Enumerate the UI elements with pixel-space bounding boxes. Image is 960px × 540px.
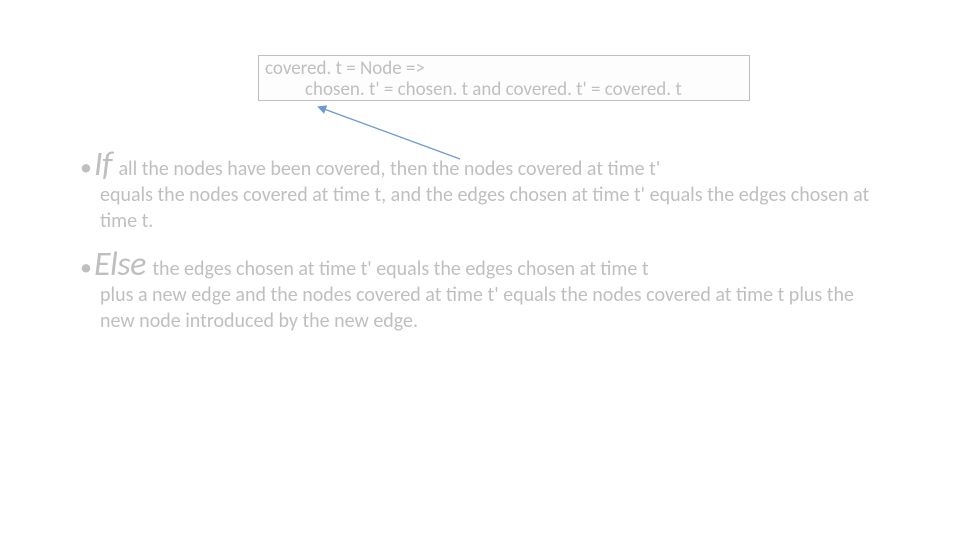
else-text-first: the edges chosen at time t' equals the e… [152,257,648,281]
if-text-cont: equals the nodes covered at time t, and … [80,182,890,234]
bullet-dot: • [80,255,92,281]
bullet-list: • If all the nodes have been covered, th… [80,152,890,334]
bullet-else: • Else the edges chosen at time t' equal… [80,252,890,334]
if-keyword: If [94,144,112,185]
bullet-if: • If all the nodes have been covered, th… [80,152,890,234]
else-keyword: Else [94,244,146,285]
code-line-1: covered. t = Node => [265,58,743,79]
bullet-dot: • [80,155,92,181]
code-line-2: chosen. t' = chosen. t and covered. t' =… [265,79,743,100]
if-text-first: all the nodes have been covered, then th… [118,157,660,181]
else-text-cont: plus a new edge and the nodes covered at… [80,282,890,334]
code-box: covered. t = Node => chosen. t' = chosen… [258,55,750,101]
slide: { "code": { "line1": "covered. t = Node … [0,0,960,540]
